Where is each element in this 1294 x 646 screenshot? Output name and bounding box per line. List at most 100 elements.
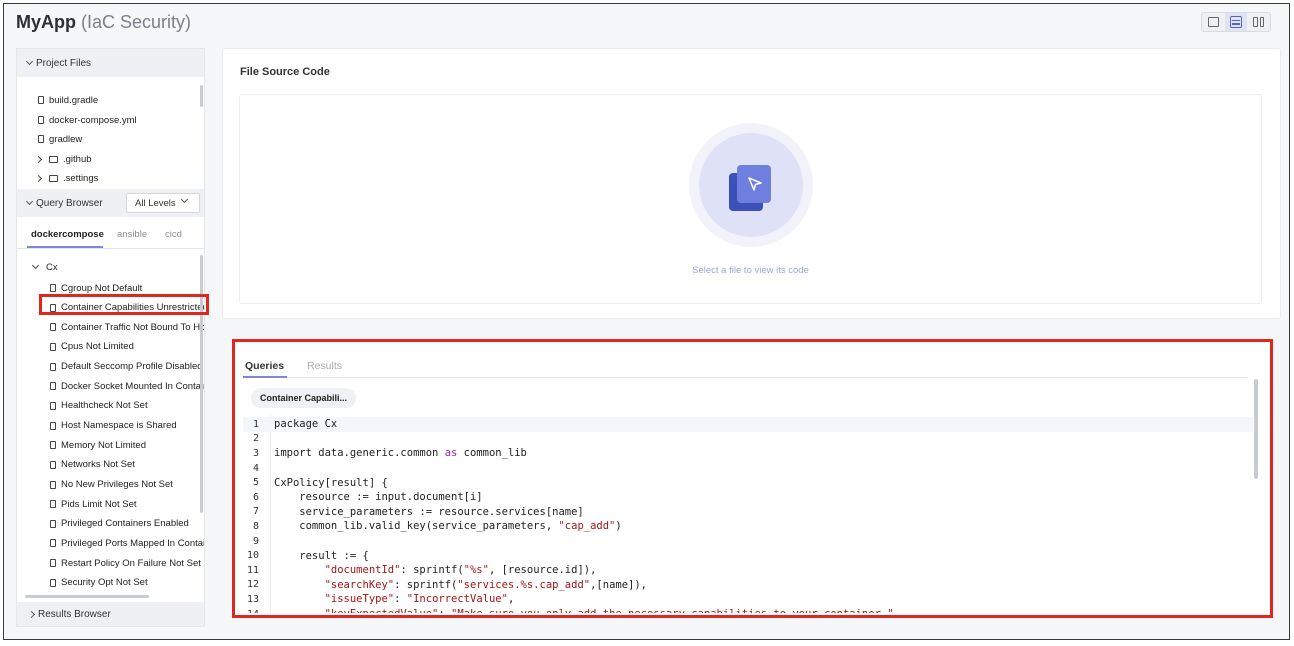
open-query-tab[interactable]: Container Capabili...: [251, 388, 357, 408]
line-number: 4: [252, 462, 259, 474]
line-number: 10: [246, 550, 259, 562]
app-window: MyApp (IaC Security) Project Files build…: [3, 3, 1290, 640]
query-browser-header[interactable]: Query Browser All Levels: [17, 189, 204, 217]
app-name: MyApp: [16, 12, 76, 32]
query-item[interactable]: No New Privileges Not Set: [50, 477, 173, 493]
line-number: 1: [252, 418, 259, 430]
line-content: CxPolicy[result] {: [274, 476, 388, 489]
layout-stacked-button[interactable]: [1224, 13, 1248, 31]
chevron-down-icon: [31, 261, 40, 270]
files-scrollbar[interactable]: [200, 85, 203, 107]
line-content: "searchKey": sprintf("services.%s.cap_ad…: [324, 578, 648, 591]
file-icon: [50, 421, 56, 430]
tab-dockercompose[interactable]: dockercompose: [31, 229, 104, 240]
query-item-label: Docker Socket Mounted In Container: [61, 380, 204, 392]
file-item[interactable]: gradlew: [38, 131, 82, 147]
query-item-label: Cpus Not Limited: [61, 341, 134, 353]
line-number: 14: [243, 609, 267, 613]
query-item[interactable]: Memory Not Limited: [50, 437, 146, 453]
queries-panel: Queries Results Container Capabili... 1 p…: [232, 339, 1273, 618]
app-title: MyApp (IaC Security): [16, 12, 191, 33]
editor-scrollbar[interactable]: [1254, 379, 1258, 479]
line-content: import data.generic.common as common_lib: [274, 447, 527, 460]
query-item[interactable]: Default Seccomp Profile Disabled: [50, 359, 203, 375]
code-line: 2: [243, 432, 1253, 447]
layout-columns-button[interactable]: [1247, 13, 1270, 31]
code-line: 4: [243, 461, 1253, 476]
query-item[interactable]: Privileged Containers Enabled: [50, 516, 189, 532]
queries-panel-tabs: Queries Results: [243, 356, 1248, 378]
query-browser-tabs: dockercompose ansible cicd: [17, 219, 204, 249]
query-item[interactable]: Networks Not Set: [50, 457, 135, 473]
tab-results[interactable]: Results: [307, 360, 342, 372]
file-icon: [50, 342, 56, 351]
code-line: 6 resource := input.document[i]: [243, 490, 1253, 505]
query-group-cx[interactable]: Cx: [31, 259, 58, 275]
file-source-panel: File Source Code Select a file to view i…: [222, 48, 1281, 319]
file-name: docker-compose.yml: [49, 114, 137, 126]
selected-query-highlight: [39, 294, 209, 315]
query-item-label: Host Namespace is Shared: [61, 420, 177, 432]
code-line: 7 service_parameters := resource.service…: [243, 505, 1253, 520]
query-list-horizontal-scrollbar[interactable]: [25, 595, 149, 598]
columns-icon: [1253, 17, 1265, 27]
query-item[interactable]: Pids Limit Not Set: [50, 496, 137, 512]
query-item-label: Security Opt Not Set: [61, 577, 148, 589]
project-files-tree: build.gradle docker-compose.yml gradlew …: [17, 77, 204, 187]
query-item-label: Memory Not Limited: [61, 439, 146, 451]
results-browser-header[interactable]: Results Browser: [17, 602, 204, 626]
query-item[interactable]: Host Namespace is Shared: [50, 418, 177, 434]
query-item[interactable]: Cpus Not Limited: [50, 339, 134, 355]
query-browser-title: Query Browser: [36, 197, 103, 209]
empty-state-illustration: [689, 123, 813, 247]
code-line: 11 "documentId": sprintf("%s", [resource…: [243, 563, 1253, 578]
file-icon: [50, 578, 56, 587]
code-editor[interactable]: 1 package Cx 2 3 import data.generic.common …: [243, 415, 1253, 613]
query-item-label: Privileged Containers Enabled: [61, 518, 189, 530]
chevron-down-icon: [25, 197, 34, 206]
file-item[interactable]: build.gradle: [38, 92, 98, 108]
query-item-label: Default Seccomp Profile Disabled: [61, 361, 203, 373]
file-icon: [38, 116, 44, 124]
tab-queries[interactable]: Queries: [245, 360, 284, 372]
line-number: 7: [252, 506, 259, 518]
file-icon: [50, 382, 56, 391]
tab-ansible[interactable]: ansible: [117, 229, 147, 240]
file-icon: [50, 401, 56, 410]
line-number: 8: [252, 520, 259, 532]
level-select[interactable]: All Levels: [126, 193, 200, 213]
project-files-header[interactable]: Project Files: [17, 49, 204, 77]
query-item-label: No New Privileges Not Set: [61, 479, 173, 490]
layout-single-button[interactable]: [1202, 13, 1225, 31]
query-item-label: Networks Not Set: [61, 459, 135, 471]
query-item[interactable]: Healthcheck Not Set: [50, 398, 148, 414]
query-item[interactable]: Docker Socket Mounted In Container: [50, 378, 204, 394]
query-item-label: Pids Limit Not Set: [61, 498, 137, 510]
sidebar: Project Files build.gradle docker-compos…: [16, 48, 209, 627]
line-content: "documentId": sprintf("%s", [resource.id…: [324, 564, 597, 577]
file-icon: [38, 96, 44, 104]
line-content: "keyExpectedValue": "Make sure you only …: [267, 608, 900, 613]
query-item[interactable]: Security Opt Not Set: [50, 575, 148, 591]
file-source-body: Select a file to view its code: [239, 94, 1262, 304]
code-line: 12 "searchKey": sprintf("services.%s.cap…: [243, 578, 1253, 593]
cursor-icon: [748, 177, 762, 191]
folder-name: .settings: [63, 172, 99, 184]
query-item[interactable]: Privileged Ports Mapped In Container: [50, 535, 204, 551]
query-item[interactable]: Restart Policy On Failure Not Set: [50, 555, 201, 571]
file-item[interactable]: docker-compose.yml: [38, 112, 137, 128]
level-select-value: All Levels: [135, 197, 176, 209]
chevron-right-icon: [34, 155, 43, 163]
empty-state-message: Select a file to view its code: [692, 265, 809, 276]
folder-item[interactable]: .github: [34, 151, 92, 167]
line-content: "issueType": "IncorrectValue",: [324, 593, 515, 606]
line-content: result := {: [274, 549, 369, 562]
tab-cicd[interactable]: cicd: [165, 229, 182, 240]
chevron-down-icon: [180, 195, 189, 204]
query-item[interactable]: Container Traffic Not Bound To Host Inte…: [50, 319, 204, 335]
chevron-down-icon: [25, 57, 34, 66]
folder-item[interactable]: .settings: [34, 170, 99, 186]
active-tab-indicator: [27, 246, 103, 248]
line-number: 11: [246, 564, 259, 576]
code-line: 9: [243, 534, 1253, 549]
